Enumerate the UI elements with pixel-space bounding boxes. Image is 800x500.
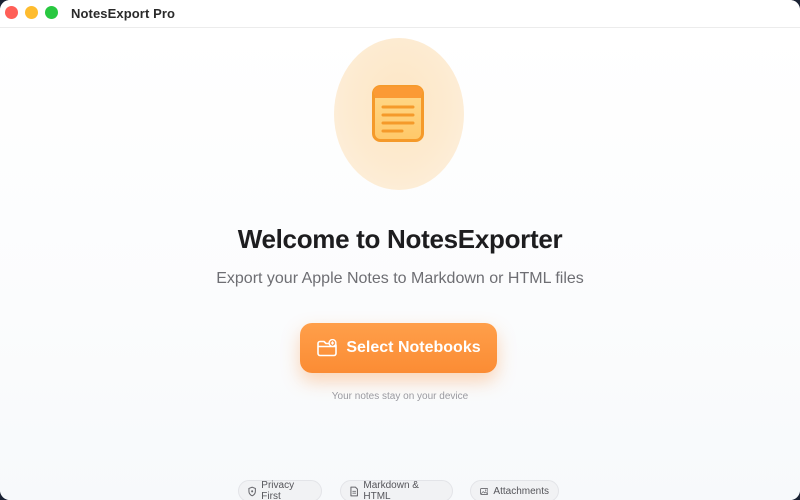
title-bar[interactable]: NotesExport Pro (0, 0, 800, 28)
feature-badge-formats: Markdown & HTML (340, 480, 453, 500)
welcome-subtitle: Export your Apple Notes to Markdown or H… (216, 270, 584, 287)
select-notebooks-button[interactable]: Select Notebooks (300, 323, 497, 373)
feature-label: Privacy First (261, 480, 295, 500)
feature-label: Attachments (493, 485, 549, 497)
welcome-heading: Welcome to NotesExporter (237, 224, 563, 254)
folder-plus-icon (317, 339, 338, 357)
notes-icon (372, 85, 424, 142)
minimize-window-button[interactable] (25, 6, 38, 19)
app-title: NotesExport Pro (71, 6, 176, 21)
maximize-window-button[interactable] (45, 6, 58, 19)
feature-badge-privacy: Privacy First (238, 480, 322, 500)
privacy-hint: Your notes stay on your device (331, 391, 469, 402)
select-notebooks-label: Select Notebooks (346, 339, 481, 356)
welcome-screen: Welcome to NotesExporter Export your App… (0, 28, 800, 500)
document-icon (350, 486, 358, 496)
app-window: NotesExport Pro Welcome to NotesExporter… (0, 0, 800, 500)
image-icon (480, 487, 489, 495)
shield-icon (248, 486, 256, 496)
close-window-button[interactable] (5, 6, 18, 19)
feature-badge-attachments: Attachments (470, 480, 559, 500)
feature-label: Markdown & HTML (363, 480, 419, 500)
